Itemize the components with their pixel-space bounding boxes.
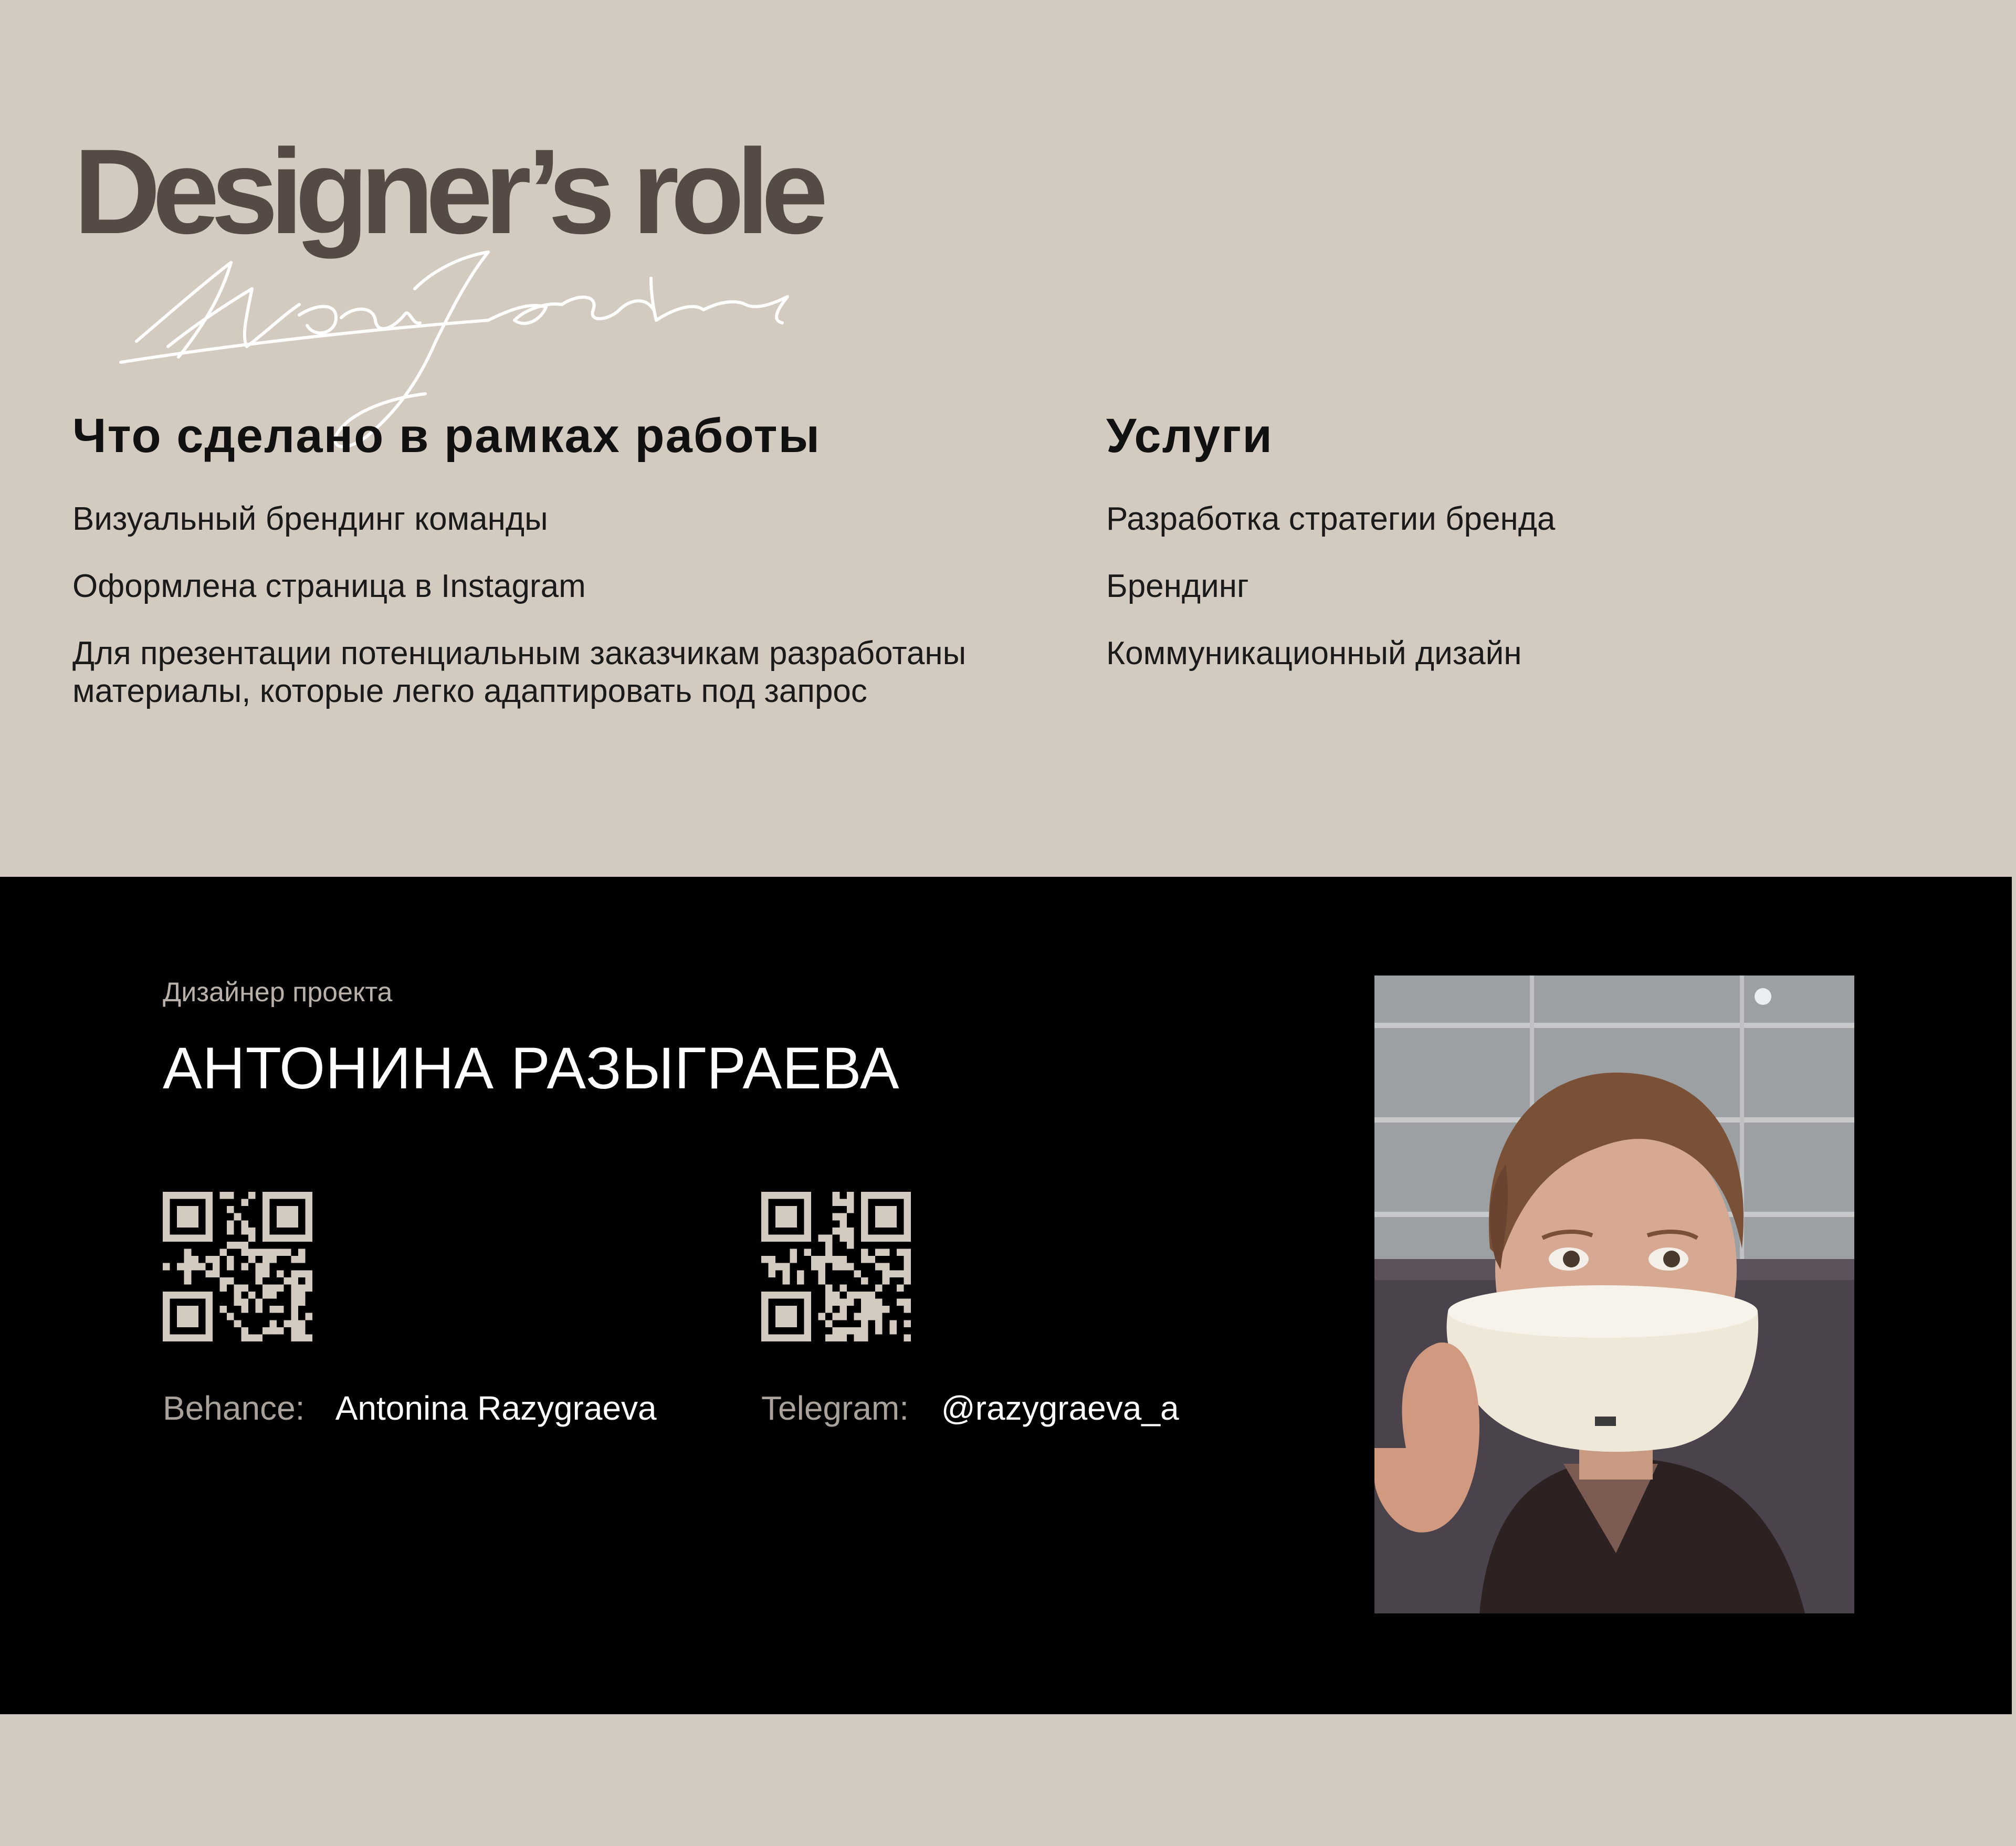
- behance-contact: Behance: Antonina Razygraeva: [163, 1389, 657, 1428]
- telegram-label: Telegram:: [761, 1389, 909, 1427]
- telegram-qr-code-icon[interactable]: [761, 1192, 911, 1341]
- list-item: Брендинг: [1106, 568, 1249, 605]
- portrait-illustration: [1374, 976, 1854, 1613]
- telegram-contact: Telegram: @razygraeva_a: [761, 1389, 1179, 1428]
- work-done-list: Визуальный брендинг команды Оформлена ст…: [72, 500, 1070, 710]
- designer-role-label: Дизайнер проекта: [163, 977, 393, 1008]
- behance-label: Behance:: [163, 1389, 305, 1427]
- list-item: Визуальный брендинг команды: [72, 501, 548, 538]
- list-item: Разработка стратегии бренда: [1106, 501, 1556, 538]
- behance-qr-code-icon[interactable]: [163, 1192, 312, 1341]
- designer-photo: [1374, 976, 1854, 1613]
- behance-link[interactable]: Antonina Razygraeva: [335, 1389, 657, 1427]
- telegram-link[interactable]: @razygraeva_a: [941, 1389, 1179, 1427]
- services-section: Услуги Разработка стратегии бренда Бренд…: [1106, 409, 1946, 702]
- services-heading: Услуги: [1106, 409, 1273, 463]
- list-item: Оформлена страница в Instagram: [72, 568, 586, 605]
- work-done-section: Что сделано в рамках работы Визуальный б…: [72, 409, 1070, 740]
- title-block: Designer’s role: [74, 131, 966, 448]
- list-item: Коммуникационный дизайн: [1106, 635, 1522, 672]
- list-item: Для презентации потенциальным заказчикам…: [72, 635, 967, 710]
- work-done-heading: Что сделано в рамках работы: [72, 409, 821, 463]
- services-list: Разработка стратегии бренда Брендинг Ком…: [1106, 500, 1946, 673]
- designer-name: АНТОНИНА РАЗЫГРАЕВА: [163, 1035, 900, 1101]
- designer-footer: Дизайнер проекта АНТОНИНА РАЗЫГРАЕВА Beh…: [0, 877, 2012, 1714]
